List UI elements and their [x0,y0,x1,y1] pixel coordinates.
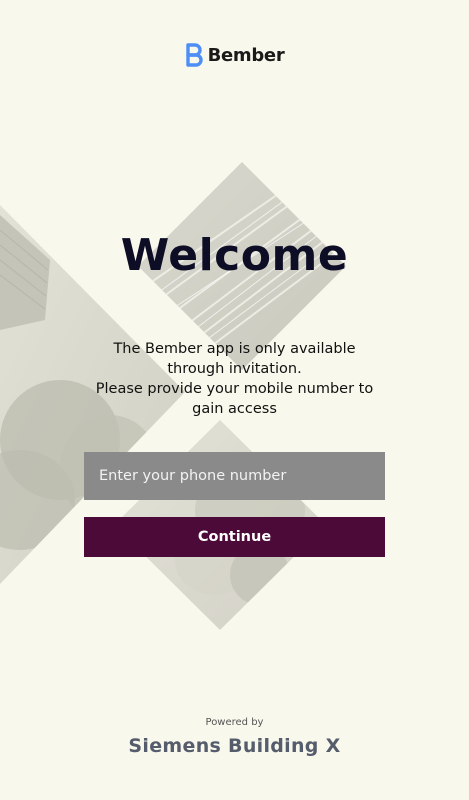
brand-logo: Bember [0,43,469,67]
message-line: gain access [192,401,277,417]
bember-logo-icon [185,43,203,67]
continue-button[interactable]: Continue [84,517,385,557]
message-line: The Bember app is only available [113,341,356,357]
page-title: Welcome [120,230,349,281]
powered-by-label: Powered by [205,717,264,728]
phone-number-input[interactable] [84,452,385,500]
provider-name: Siemens Building X [128,735,341,757]
message-line: through invitation. [167,361,302,377]
brand-name: Bember [207,44,285,66]
message-line: Please provide your mobile number to [95,381,374,397]
invitation-message: The Bember app is only available through… [84,339,385,419]
